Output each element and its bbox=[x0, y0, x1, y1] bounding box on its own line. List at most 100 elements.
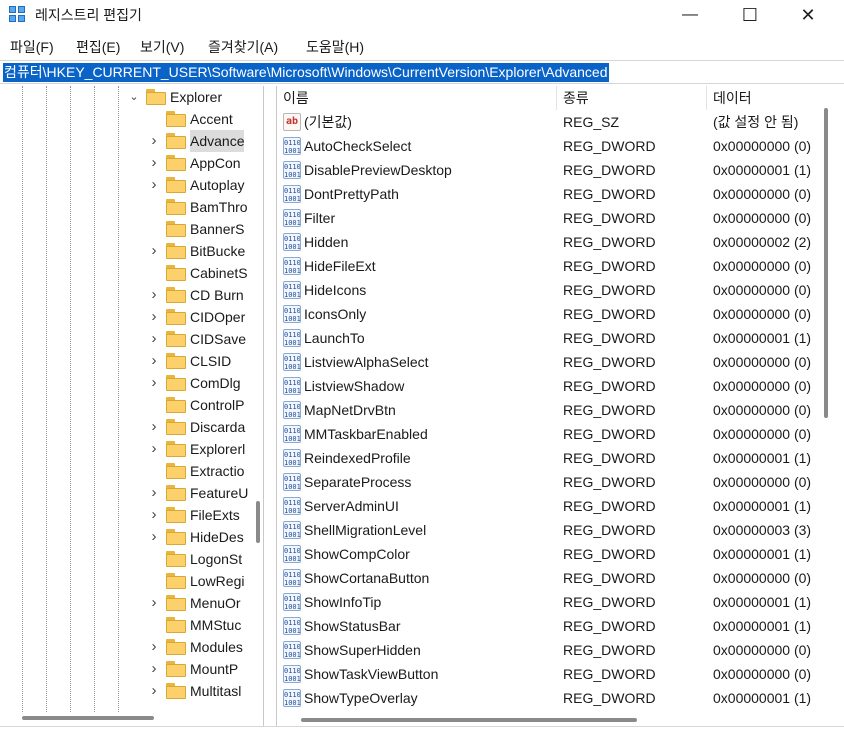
value-data: 0x00000000 (0) bbox=[713, 186, 812, 202]
tree-node-lowregi[interactable]: LowRegi bbox=[0, 570, 263, 592]
menu-edit[interactable]: 편집(E) bbox=[76, 37, 120, 57]
value-row[interactable]: 0110 1001 LaunchTo REG_DWORD 0x00000001 (1) bbox=[277, 326, 821, 350]
value-row[interactable]: 0110 1001 ShowCompColor REG_DWORD 0x0000000… bbox=[277, 542, 821, 566]
value-row[interactable]: 0110 1001 ShowStatusBar REG_DWORD 0x0000000… bbox=[277, 614, 821, 638]
value-row[interactable]: 0110 1001 ShowInfoTip REG_DWORD 0x00000001 … bbox=[277, 590, 821, 614]
tree-node-logonst[interactable]: LogonSt bbox=[0, 548, 263, 570]
chevron-down-icon[interactable]: ⌄ bbox=[128, 90, 140, 104]
chevron-right-icon[interactable]: › bbox=[148, 661, 160, 676]
tree-node-hidedes[interactable]: › HideDes bbox=[0, 526, 263, 548]
chevron-right-icon[interactable]: › bbox=[148, 441, 160, 456]
column-header-data[interactable]: 데이터 bbox=[707, 86, 827, 110]
tree-node-bitbucke[interactable]: › BitBucke bbox=[0, 240, 263, 262]
tree-node-multitasl[interactable]: › Multitasl bbox=[0, 680, 263, 702]
chevron-right-icon[interactable]: › bbox=[148, 309, 160, 324]
value-row[interactable]: 0110 1001 Filter REG_DWORD 0x00000000 (0) bbox=[277, 206, 821, 230]
address-path[interactable]: 컴퓨터\HKEY_CURRENT_USER\Software\Microsoft… bbox=[3, 63, 609, 82]
chevron-right-icon[interactable]: › bbox=[148, 155, 160, 170]
menu-file[interactable]: 파일(F) bbox=[10, 37, 54, 57]
value-row[interactable]: 0110 1001 ListviewShadow REG_DWORD 0x000000… bbox=[277, 374, 821, 398]
value-row[interactable]: 0110 1001 ReindexedProfile REG_DWORD 0x0000… bbox=[277, 446, 821, 470]
column-header-type[interactable]: 종류 bbox=[557, 86, 707, 110]
tree-node-cidsave[interactable]: › CIDSave bbox=[0, 328, 263, 350]
tree-node-explorer[interactable]: ⌄ Explorer bbox=[0, 86, 263, 108]
value-row[interactable]: 0110 1001 HideFileExt REG_DWORD 0x00000000 … bbox=[277, 254, 821, 278]
tree-node-label: FileExts bbox=[190, 507, 240, 523]
maximize-button[interactable]: ☐ bbox=[720, 0, 780, 30]
chevron-right-icon[interactable]: › bbox=[148, 353, 160, 368]
tree-node-cabinets[interactable]: CabinetS bbox=[0, 262, 263, 284]
chevron-right-icon[interactable]: › bbox=[148, 133, 160, 148]
tree-node-advance[interactable]: › Advance bbox=[0, 130, 263, 152]
address-bar[interactable]: 컴퓨터\HKEY_CURRENT_USER\Software\Microsoft… bbox=[0, 60, 844, 84]
tree-node-autoplay[interactable]: › Autoplay bbox=[0, 174, 263, 196]
tree-node-comdlg[interactable]: › ComDlg bbox=[0, 372, 263, 394]
tree-node-appcon[interactable]: › AppCon bbox=[0, 152, 263, 174]
tree-node-mountp[interactable]: › MountP bbox=[0, 658, 263, 680]
value-row[interactable]: 0110 1001 ShowCortanaButton REG_DWORD 0x000… bbox=[277, 566, 821, 590]
chevron-right-icon[interactable]: › bbox=[148, 529, 160, 544]
value-row[interactable]: ab (기본값) REG_SZ (값 설정 안 됨) bbox=[277, 110, 821, 134]
column-header-name[interactable]: 이름 bbox=[277, 86, 557, 110]
menu-help[interactable]: 도움말(H) bbox=[306, 37, 364, 57]
minimize-button[interactable]: — bbox=[660, 0, 720, 30]
pane-splitter[interactable] bbox=[264, 86, 276, 738]
value-data: 0x00000000 (0) bbox=[713, 666, 812, 682]
binary-value-icon: 0110 1001 bbox=[283, 233, 301, 251]
key-tree-pane[interactable]: ⌄ Explorer Accent › Advance › AppCon › Autoplay B… bbox=[0, 86, 264, 738]
menu-favorites[interactable]: 즐겨찾기(A) bbox=[208, 37, 278, 57]
value-row[interactable]: 0110 1001 ShowTaskViewButton REG_DWORD 0x00… bbox=[277, 662, 821, 686]
chevron-right-icon[interactable]: › bbox=[148, 639, 160, 654]
close-button[interactable]: ✕ bbox=[778, 0, 838, 30]
tree-node-menuor[interactable]: › MenuOr bbox=[0, 592, 263, 614]
chevron-right-icon[interactable]: › bbox=[148, 419, 160, 434]
tree-node-controlp[interactable]: ControlP bbox=[0, 394, 263, 416]
tree-node-label: CIDOper bbox=[190, 309, 246, 325]
tree-horizontal-scrollbar[interactable] bbox=[22, 716, 154, 720]
value-row[interactable]: 0110 1001 ShowSuperHidden REG_DWORD 0x00000… bbox=[277, 638, 821, 662]
value-row[interactable]: 0110 1001 DontPrettyPath REG_DWORD 0x000000… bbox=[277, 182, 821, 206]
value-row[interactable]: 0110 1001 ShellMigrationLevel REG_DWORD 0x0… bbox=[277, 518, 821, 542]
tree-node-banners[interactable]: BannerS bbox=[0, 218, 263, 240]
tree-node-mmstuc[interactable]: MMStuc bbox=[0, 614, 263, 636]
chevron-right-icon[interactable]: › bbox=[148, 331, 160, 346]
folder-icon bbox=[166, 661, 186, 677]
tree-node-label: AppCon bbox=[190, 155, 241, 171]
chevron-right-icon[interactable]: › bbox=[148, 287, 160, 302]
value-row[interactable]: 0110 1001 DisablePreviewDesktop REG_DWORD 0… bbox=[277, 158, 821, 182]
chevron-right-icon[interactable]: › bbox=[148, 507, 160, 522]
tree-node-explorerl[interactable]: › Explorerl bbox=[0, 438, 263, 460]
value-row[interactable]: 0110 1001 ServerAdminUI REG_DWORD 0x0000000… bbox=[277, 494, 821, 518]
value-row[interactable]: 0110 1001 Hidden REG_DWORD 0x00000002 (2) bbox=[277, 230, 821, 254]
chevron-right-icon[interactable]: › bbox=[148, 177, 160, 192]
values-horizontal-scrollbar[interactable] bbox=[301, 718, 637, 722]
chevron-right-icon[interactable]: › bbox=[148, 243, 160, 258]
chevron-right-icon[interactable]: › bbox=[148, 595, 160, 610]
chevron-right-icon[interactable]: › bbox=[148, 375, 160, 390]
value-row[interactable]: 0110 1001 SeparateProcess REG_DWORD 0x00000… bbox=[277, 470, 821, 494]
values-vertical-scrollbar[interactable] bbox=[824, 108, 828, 418]
tree-node-modules[interactable]: › Modules bbox=[0, 636, 263, 658]
chevron-right-icon[interactable]: › bbox=[148, 683, 160, 698]
tree-node-fileexts[interactable]: › FileExts bbox=[0, 504, 263, 526]
tree-node-discarda[interactable]: › Discarda bbox=[0, 416, 263, 438]
tree-node-accent[interactable]: Accent bbox=[0, 108, 263, 130]
chevron-right-icon[interactable]: › bbox=[148, 485, 160, 500]
value-row[interactable]: 0110 1001 HideIcons REG_DWORD 0x00000000 (0… bbox=[277, 278, 821, 302]
value-row[interactable]: 0110 1001 ShowTypeOverlay REG_DWORD 0x00000… bbox=[277, 686, 821, 710]
tree-node-bamthro[interactable]: BamThro bbox=[0, 196, 263, 218]
value-row[interactable]: 0110 1001 MMTaskbarEnabled REG_DWORD 0x0000… bbox=[277, 422, 821, 446]
tree-vertical-scrollbar[interactable] bbox=[256, 501, 260, 543]
values-pane[interactable]: 이름 종류 데이터 ab (기본값) REG_SZ (값 설정 안 됨) 0110 10… bbox=[276, 86, 844, 738]
menu-view[interactable]: 보기(V) bbox=[140, 37, 184, 57]
tree-node-extractio[interactable]: Extractio bbox=[0, 460, 263, 482]
value-row[interactable]: 0110 1001 AutoCheckSelect REG_DWORD 0x00000… bbox=[277, 134, 821, 158]
tree-node-cidoper[interactable]: › CIDOper bbox=[0, 306, 263, 328]
tree-node-clsid[interactable]: › CLSID bbox=[0, 350, 263, 372]
value-row[interactable]: 0110 1001 ListviewAlphaSelect REG_DWORD 0x0… bbox=[277, 350, 821, 374]
value-row[interactable]: 0110 1001 MapNetDrvBtn REG_DWORD 0x00000000… bbox=[277, 398, 821, 422]
value-row[interactable]: 0110 1001 IconsOnly REG_DWORD 0x00000000 (0… bbox=[277, 302, 821, 326]
folder-icon bbox=[166, 111, 186, 127]
tree-node-cd-burn[interactable]: › CD Burn bbox=[0, 284, 263, 306]
tree-node-featureu[interactable]: › FeatureU bbox=[0, 482, 263, 504]
